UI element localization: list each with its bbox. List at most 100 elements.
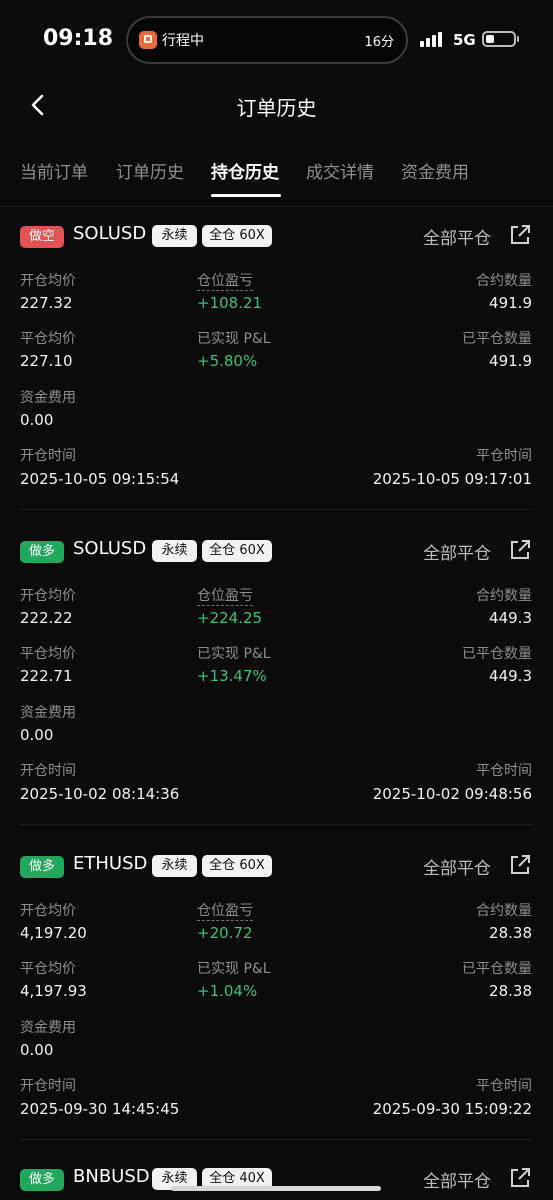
contract-qty-value: 491.9 — [489, 294, 532, 312]
realized-pnl-value: +13.47% — [197, 667, 267, 685]
avg-close-price-label: 平仓均价 — [20, 961, 76, 977]
avg-close-price-label: 平仓均价 — [20, 646, 76, 662]
funding-fee-value: 0.00 — [20, 1041, 54, 1059]
contract-qty-value: 449.3 — [489, 609, 532, 627]
contract-type-tag: 永续 — [152, 855, 197, 877]
avg-open-price-label: 开仓均价 — [20, 903, 76, 919]
realized-pnl-value: +5.80% — [197, 352, 258, 370]
position-pnl-value: +108.21 — [197, 294, 263, 312]
symbol-label[interactable]: SOLUSD — [73, 223, 146, 244]
position-pnl-label[interactable]: 仓位盈亏 — [197, 903, 253, 921]
avg-close-price-value: 4,197.93 — [20, 982, 87, 1000]
tabs-divider — [0, 206, 553, 207]
open-time-label: 开仓时间 — [20, 1078, 76, 1094]
contract-qty-label: 合约数量 — [476, 273, 532, 289]
close-all-button[interactable]: 全部平仓 — [423, 539, 491, 564]
symbol-label[interactable]: SOLUSD — [73, 538, 146, 559]
share-icon[interactable] — [509, 224, 531, 246]
realized-pnl-label: 已实现 P&L — [197, 961, 271, 977]
symbol-label[interactable]: BNBUSD — [73, 1166, 150, 1187]
avg-open-price-value: 227.32 — [20, 294, 73, 312]
contract-qty-label: 合约数量 — [476, 903, 532, 919]
funding-fee-label: 资金费用 — [20, 390, 76, 406]
realized-pnl-value: +1.04% — [197, 982, 258, 1000]
contract-type-tag: 永续 — [152, 540, 197, 562]
funding-fee-label: 资金费用 — [20, 1020, 76, 1036]
position-pnl-value: +224.25 — [197, 609, 263, 627]
page-title: 订单历史 — [236, 96, 317, 120]
active-tab-indicator — [211, 194, 281, 197]
close-all-button[interactable]: 全部平仓 — [423, 224, 491, 249]
contract-qty-value: 28.38 — [489, 924, 532, 942]
open-time-value: 2025-10-05 09:15:54 — [20, 470, 180, 488]
battery-cap — [517, 36, 519, 42]
contract-type-tag: 永续 — [152, 225, 197, 247]
tab-current-orders[interactable]: 当前订单 — [20, 158, 88, 183]
open-time-value: 2025-09-30 14:45:45 — [20, 1100, 180, 1118]
position-pnl-label[interactable]: 仓位盈亏 — [197, 273, 253, 291]
position-pnl-label[interactable]: 仓位盈亏 — [197, 588, 253, 606]
position-card: 做多 ETHUSD 永续 全仓 60X 全部平仓 开仓均价 4,197.20 仓… — [0, 842, 553, 1142]
close-all-button[interactable]: 全部平仓 — [423, 1167, 491, 1192]
position-pnl-value: +20.72 — [197, 924, 253, 942]
position-card: 做空 SOLUSD 永续 全仓 60X 全部平仓 开仓均价 227.32 仓位盈… — [0, 212, 553, 512]
close-time-label: 平仓时间 — [476, 1078, 532, 1094]
close-time-value: 2025-09-30 15:09:22 — [372, 1100, 532, 1118]
share-icon[interactable] — [509, 854, 531, 876]
avg-close-price-label: 平仓均价 — [20, 331, 76, 347]
symbol-label[interactable]: ETHUSD — [73, 853, 147, 874]
signal-icon — [420, 29, 448, 47]
position-card: 做多 BNBUSD 永续 全仓 40X 全部平仓 — [0, 1157, 553, 1200]
funding-fee-value: 0.00 — [20, 411, 54, 429]
tab-trade-details[interactable]: 成交详情 — [306, 158, 374, 183]
status-time: 09:18 — [43, 26, 114, 51]
network-type: 5G — [453, 31, 476, 49]
avg-close-price-value: 227.10 — [20, 352, 73, 370]
closed-qty-label: 已平仓数量 — [462, 646, 532, 662]
live-activity-label: 行程中 — [162, 33, 204, 49]
card-divider — [20, 824, 533, 825]
closed-qty-label: 已平仓数量 — [462, 331, 532, 347]
share-icon[interactable] — [509, 539, 531, 561]
avg-open-price-value: 4,197.20 — [20, 924, 87, 942]
card-divider — [20, 509, 533, 510]
closed-qty-value: 28.38 — [489, 982, 532, 1000]
side-badge: 做多 — [20, 1169, 64, 1191]
avg-close-price-value: 222.71 — [20, 667, 73, 685]
close-time-value: 2025-10-05 09:17:01 — [372, 470, 532, 488]
realized-pnl-label: 已实现 P&L — [197, 331, 271, 347]
share-icon[interactable] — [509, 1167, 531, 1189]
close-time-label: 平仓时间 — [476, 763, 532, 779]
home-indicator[interactable] — [171, 1186, 381, 1191]
avg-open-price-label: 开仓均价 — [20, 588, 76, 604]
card-divider — [20, 1139, 533, 1140]
position-card: 做多 SOLUSD 永续 全仓 60X 全部平仓 开仓均价 222.22 仓位盈… — [0, 527, 553, 827]
close-all-button[interactable]: 全部平仓 — [423, 854, 491, 879]
ride-app-icon — [139, 31, 157, 49]
close-time-value: 2025-10-02 09:48:56 — [372, 785, 532, 803]
tab-funding-fees[interactable]: 资金费用 — [401, 158, 469, 183]
margin-mode-tag: 全仓 60X — [202, 225, 272, 247]
status-bar: 09:18 行程中 16分 5G — [0, 0, 553, 80]
closed-qty-label: 已平仓数量 — [462, 961, 532, 977]
battery-icon — [482, 31, 516, 47]
contract-qty-label: 合约数量 — [476, 588, 532, 604]
funding-fee-value: 0.00 — [20, 726, 54, 744]
live-activity-eta: 16分 — [364, 35, 394, 50]
side-badge: 做空 — [20, 226, 64, 248]
close-time-label: 平仓时间 — [476, 448, 532, 464]
closed-qty-value: 491.9 — [489, 352, 532, 370]
closed-qty-value: 449.3 — [489, 667, 532, 685]
avg-open-price-value: 222.22 — [20, 609, 73, 627]
open-time-value: 2025-10-02 08:14:36 — [20, 785, 180, 803]
open-time-label: 开仓时间 — [20, 448, 76, 464]
side-badge: 做多 — [20, 856, 64, 878]
tab-position-history[interactable]: 持仓历史 — [211, 158, 279, 183]
margin-mode-tag: 全仓 60X — [202, 855, 272, 877]
open-time-label: 开仓时间 — [20, 763, 76, 779]
live-activity-pill[interactable]: 行程中 16分 — [126, 16, 408, 64]
tab-bar: 当前订单 订单历史 持仓历史 成交详情 资金费用 — [0, 156, 553, 197]
funding-fee-label: 资金费用 — [20, 705, 76, 721]
tab-order-history[interactable]: 订单历史 — [116, 158, 184, 183]
realized-pnl-label: 已实现 P&L — [197, 646, 271, 662]
